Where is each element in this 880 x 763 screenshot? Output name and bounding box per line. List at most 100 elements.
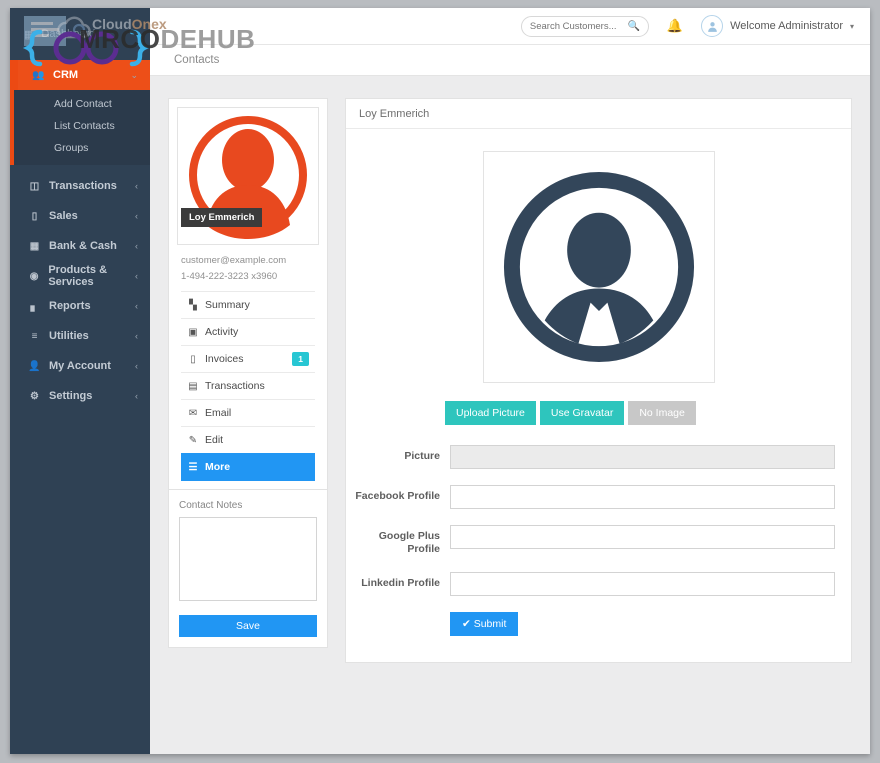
user-tie-avatar-icon — [503, 171, 694, 363]
sidebar-item-label: My Account — [49, 360, 111, 372]
use-gravatar-button[interactable]: Use Gravatar — [539, 401, 625, 425]
save-button[interactable]: Save — [179, 615, 317, 637]
contact-menu-label: Email — [205, 407, 232, 419]
picture-action-buttons: Upload Picture Use Gravatar No Image — [445, 401, 851, 425]
users-icon: 👥 — [32, 69, 45, 81]
list-icon: ▤ — [188, 380, 198, 392]
status-badge: 1 — [292, 352, 309, 366]
contact-menu-item-edit[interactable]: ✎ Edit — [181, 426, 315, 453]
user-menu[interactable]: Welcome Administrator ▾ — [701, 15, 854, 37]
sidebar: ▦ Dashboard 👥 CRM ⌄ Add Contact List Con… — [10, 8, 150, 754]
sidebar-item-crm[interactable]: 👥 CRM ⌄ — [14, 60, 150, 90]
sidebar-item-settings[interactable]: ⚙ Settings ‹ — [10, 381, 150, 411]
credit-card-icon: ▯ — [190, 353, 196, 365]
list-alt-icon: ▣ — [188, 326, 198, 338]
topbar: 🔍 🔔 Welcome Administrator ▾ — [150, 8, 870, 45]
contact-menu-label: Edit — [205, 434, 224, 446]
search-icon[interactable]: 🔍 — [628, 21, 640, 32]
chevron-left-icon: ‹ — [135, 361, 138, 371]
sidebar-brand-label: Dashboard — [41, 28, 96, 40]
picture-preview-frame — [482, 151, 715, 383]
chevron-left-icon: ‹ — [135, 181, 138, 191]
form-row-picture: Picture — [346, 445, 835, 469]
envelope-icon: ✉ — [188, 407, 198, 419]
search-input[interactable] — [529, 20, 628, 32]
form-row-linkedin: Linkedin Profile — [346, 572, 835, 596]
chevron-down-icon: ▾ — [849, 21, 854, 31]
breadcrumb-current: Contacts — [174, 54, 220, 66]
form-row-google-plus: Google Plus Profile — [346, 525, 835, 556]
sidebar-brand[interactable]: ▦ Dashboard — [10, 8, 150, 60]
sidebar-submenu-crm: Add Contact List Contacts Groups — [14, 90, 150, 165]
submit-button[interactable]: ✔ Submit — [450, 612, 519, 636]
sidebar-item-label: Transactions — [49, 180, 117, 192]
bar-chart-icon: ▖ — [30, 300, 39, 312]
sidebar-item-my-account[interactable]: 👤 My Account ‹ — [10, 351, 150, 381]
sidebar-item-label: Sales — [49, 210, 78, 222]
settings-icon: ⚙ — [30, 390, 39, 402]
field-label: Linkedin Profile — [361, 577, 440, 589]
contact-name-tag: Loy Emmerich — [181, 208, 263, 227]
contact-notes-label: Contact Notes — [179, 500, 243, 511]
contact-menu-label: Summary — [205, 299, 250, 311]
chevron-left-icon: ‹ — [135, 271, 138, 281]
sidebar-group-crm: 👥 CRM ⌄ Add Contact List Contacts Groups — [10, 60, 150, 165]
picture-panel: Loy Emmerich Upload Picture Use Gravatar… — [345, 98, 852, 663]
field-label: Picture — [404, 450, 440, 462]
sidebar-item-reports[interactable]: ▖ Reports ‹ — [10, 291, 150, 321]
contact-menu-label: Transactions — [205, 380, 265, 392]
contact-menu-item-summary[interactable]: ▚ Summary — [181, 291, 315, 318]
chevron-left-icon: ‹ — [135, 241, 138, 251]
picture-field — [450, 445, 835, 469]
sliders-icon: ≡ — [31, 330, 38, 342]
sidebar-item-label: Reports — [49, 300, 91, 312]
sidebar-subitem-list-contacts[interactable]: List Contacts — [14, 115, 150, 137]
bars-icon: ☰ — [188, 461, 198, 473]
no-image-button[interactable]: No Image — [628, 401, 696, 425]
linkedin-profile-field[interactable] — [450, 572, 835, 596]
sidebar-item-sales[interactable]: ▯ Sales ‹ — [10, 201, 150, 231]
contact-notes-input[interactable] — [179, 517, 317, 601]
chevron-left-icon: ‹ — [135, 211, 138, 221]
form-row-facebook: Facebook Profile — [346, 485, 835, 509]
sidebar-item-label: Utilities — [49, 330, 89, 342]
contact-meta: customer@example.com 1-494-222-3223 x396… — [177, 245, 319, 291]
avatar — [701, 15, 724, 37]
contact-menu-item-activity[interactable]: ▣ Activity — [181, 318, 315, 345]
credit-card-icon: ▯ — [31, 210, 38, 222]
panel-body: Upload Picture Use Gravatar No Image Pic… — [346, 129, 851, 662]
bar-chart-icon: ▚ — [189, 299, 197, 311]
sidebar-item-label: Settings — [49, 390, 93, 402]
contact-email: customer@example.com — [181, 255, 287, 266]
box-icon: ◉ — [29, 270, 39, 282]
bell-icon[interactable]: 🔔 — [667, 18, 683, 34]
contact-menu-item-email[interactable]: ✉ Email — [181, 399, 315, 426]
contact-menu-label: Activity — [205, 326, 239, 338]
contact-menu-item-invoices[interactable]: ▯ Invoices 1 — [181, 345, 315, 372]
facebook-profile-field[interactable] — [450, 485, 835, 509]
google-plus-profile-field[interactable] — [450, 525, 835, 549]
contact-notes-section: Contact Notes Save — [169, 489, 327, 647]
sidebar-item-utilities[interactable]: ≡ Utilities ‹ — [10, 321, 150, 351]
contact-photo-box[interactable]: Loy Emmerich — [177, 107, 319, 245]
contact-menu-label: Invoices — [205, 353, 244, 365]
sidebar-item-products-and-services[interactable]: ◉ Products & Services ‹ — [10, 261, 150, 291]
page-body: Loy Emmerich customer@example.com 1-494-… — [150, 76, 870, 754]
submit-row: ✔ Submit — [346, 612, 835, 636]
upload-picture-button[interactable]: Upload Picture — [445, 401, 536, 425]
sidebar-subitem-add-contact[interactable]: Add Contact — [14, 93, 150, 115]
app-window: ▦ Dashboard 👥 CRM ⌄ Add Contact List Con… — [10, 8, 870, 754]
contact-menu-label: More — [205, 461, 231, 473]
search-box[interactable]: 🔍 — [520, 15, 649, 37]
database-icon: ◫ — [29, 180, 40, 192]
contact-menu-item-transactions[interactable]: ▤ Transactions — [181, 372, 315, 399]
contact-menu-item-more[interactable]: ☰ More — [181, 453, 315, 481]
sidebar-item-bank-and-cash[interactable]: ▦ Bank & Cash ‹ — [10, 231, 150, 261]
contact-card: Loy Emmerich customer@example.com 1-494-… — [168, 98, 328, 648]
contact-phone: 1-494-222-3223 x3960 — [181, 271, 278, 282]
sidebar-item-transactions[interactable]: ◫ Transactions ‹ — [10, 171, 150, 201]
submit-spacer — [346, 612, 450, 636]
chevron-left-icon: ‹ — [135, 391, 138, 401]
sidebar-subitem-groups[interactable]: Groups — [14, 137, 150, 159]
field-label: Google Plus Profile — [378, 530, 440, 555]
